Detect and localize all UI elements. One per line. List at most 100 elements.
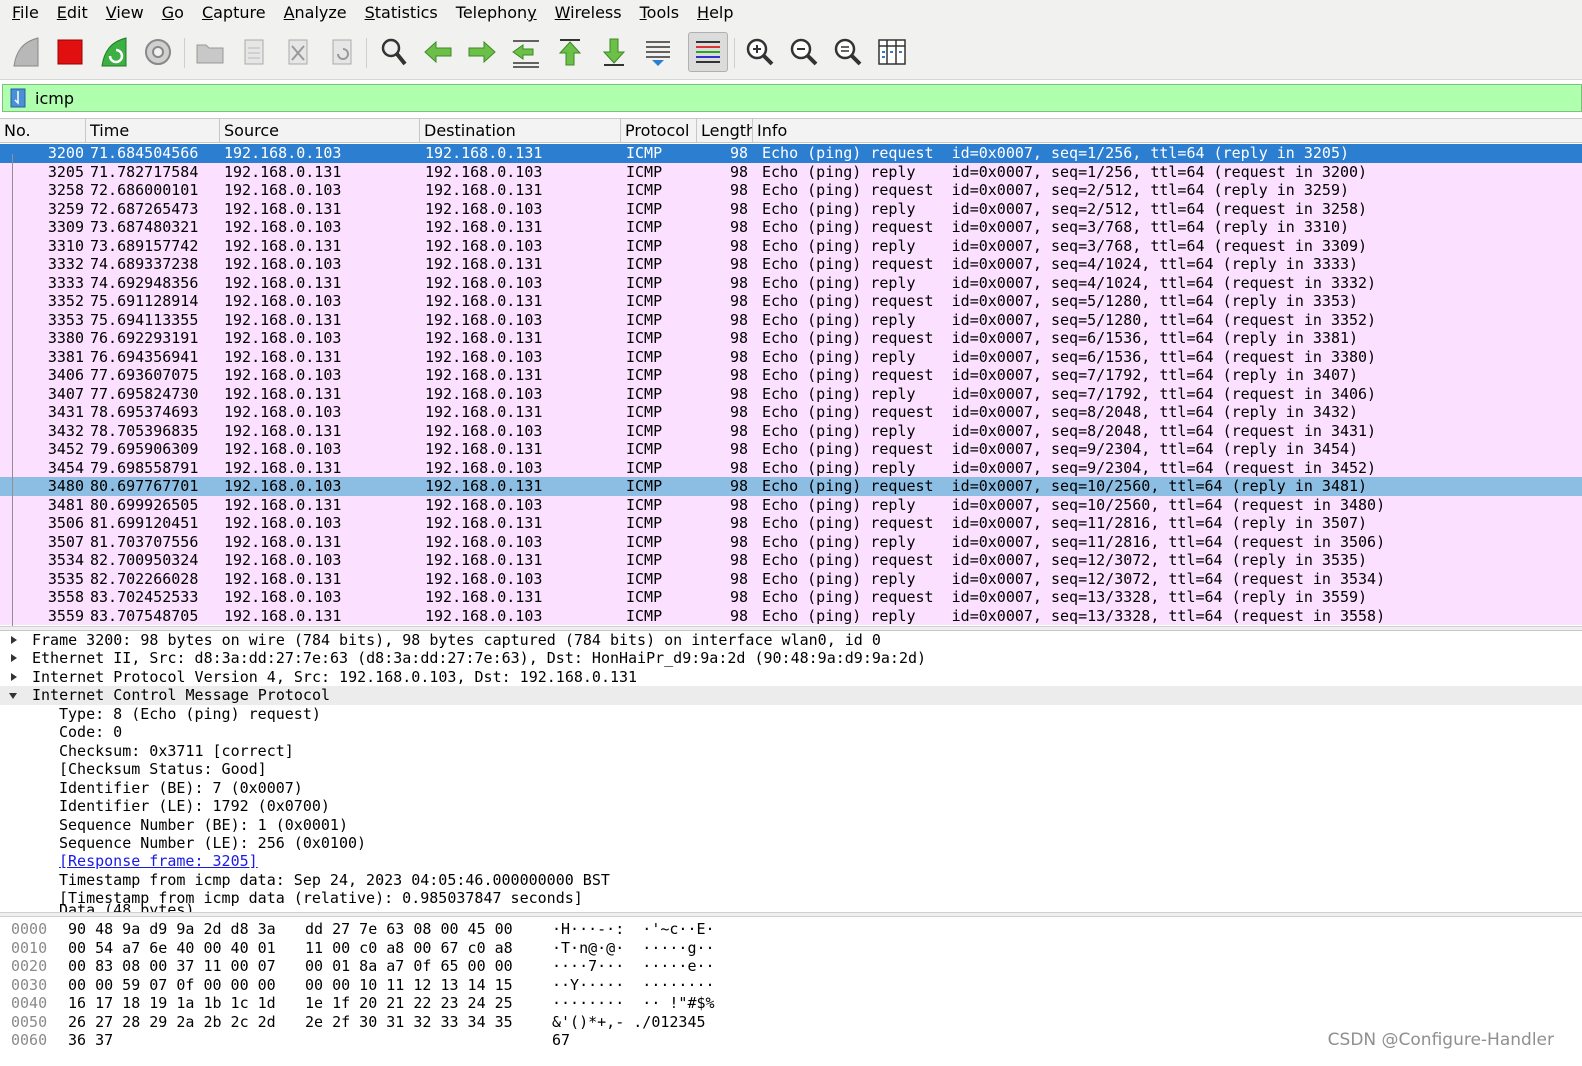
go-forward-icon[interactable] <box>462 32 502 72</box>
expand-down-icon[interactable] <box>9 693 17 700</box>
detail-tree-node[interactable]: Internet Control Message Protocol <box>0 686 1582 705</box>
column-header-info[interactable]: Info <box>753 119 1582 143</box>
menu-statistics[interactable]: Statistics <box>356 0 447 26</box>
column-header-source[interactable]: Source <box>220 119 420 143</box>
packet-row[interactable]: 3559 83.707548705 192.168.0.131 192.168.0.1… <box>0 606 1582 625</box>
packet-row[interactable]: 3353 75.694113355 192.168.0.131 192.168.0.1… <box>0 310 1582 329</box>
stop-capture-icon[interactable] <box>50 32 90 72</box>
bookmark-icon[interactable] <box>7 87 29 109</box>
packet-row[interactable]: 3506 81.699120451 192.168.0.103 192.168.0.1… <box>0 514 1582 533</box>
save-file-icon[interactable] <box>234 32 274 72</box>
zoom-out-icon[interactable] <box>784 32 824 72</box>
packet-row[interactable]: 3534 82.700950324 192.168.0.103 192.168.0.1… <box>0 551 1582 570</box>
autoscroll-icon[interactable] <box>638 32 678 72</box>
column-header-destination[interactable]: Destination <box>420 119 621 143</box>
byte-hex-right[interactable]: 1e 1f 20 21 22 23 24 25 <box>305 994 513 1013</box>
packet-row[interactable]: 3407 77.695824730 192.168.0.131 192.168.0.1… <box>0 384 1582 403</box>
packet-row[interactable]: 3205 71.782717584 192.168.0.131 192.168.0.1… <box>0 162 1582 181</box>
normal-size-icon[interactable] <box>828 32 868 72</box>
column-header-length[interactable]: Length <box>697 119 753 143</box>
detail-field[interactable]: [Timestamp from icmp data (relative): 0.… <box>0 889 1582 908</box>
response-frame-link[interactable]: [Response frame: 3205] <box>59 852 258 870</box>
start-capture-icon[interactable] <box>6 32 46 72</box>
detail-field[interactable]: Type: 8 (Echo (ping) request) <box>0 705 1582 724</box>
menu-go[interactable]: Go <box>153 0 193 26</box>
pane-splitter-bytes[interactable] <box>0 912 1582 917</box>
display-filter-input[interactable] <box>35 86 1535 110</box>
column-header-time[interactable]: Time <box>86 119 220 143</box>
byte-offset[interactable]: 0010 <box>11 939 47 958</box>
byte-offset[interactable]: 0030 <box>11 976 47 995</box>
byte-offset[interactable]: 0060 <box>11 1031 47 1050</box>
packet-row[interactable]: 3381 76.694356941 192.168.0.131 192.168.0.1… <box>0 347 1582 366</box>
detail-tree-node[interactable]: Ethernet II, Src: d8:3a:dd:27:7e:63 (d8:… <box>0 649 1582 668</box>
packet-row[interactable]: 3259 72.687265473 192.168.0.131 192.168.0.1… <box>0 199 1582 218</box>
byte-ascii[interactable]: &'()*+,- ./012345 <box>552 1013 706 1032</box>
detail-field[interactable]: Code: 0 <box>0 723 1582 742</box>
byte-ascii[interactable]: ····7··· ·····e·· <box>552 957 715 976</box>
detail-field[interactable]: Identifier (LE): 1792 (0x0700) <box>0 797 1582 816</box>
column-header-no[interactable]: No. <box>0 119 86 143</box>
detail-field[interactable]: Identifier (BE): 7 (0x0007) <box>0 779 1582 798</box>
byte-offset[interactable]: 0020 <box>11 957 47 976</box>
byte-ascii[interactable]: ·H···-·: ·'~c··E· <box>552 920 715 939</box>
menu-help[interactable]: Help <box>688 0 742 26</box>
detail-field[interactable]: Checksum: 0x3711 [correct] <box>0 742 1582 761</box>
packet-row[interactable]: 3432 78.705396835 192.168.0.131 192.168.0.1… <box>0 421 1582 440</box>
go-last-packet-icon[interactable] <box>594 32 634 72</box>
byte-ascii[interactable]: 67 <box>552 1031 570 1050</box>
packet-row[interactable]: 3481 80.699926505 192.168.0.131 192.168.0.1… <box>0 495 1582 514</box>
column-header-protocol[interactable]: Protocol <box>621 119 697 143</box>
menu-analyze[interactable]: Analyze <box>275 0 356 26</box>
packet-row[interactable]: 3406 77.693607075 192.168.0.103 192.168.0.1… <box>0 366 1582 385</box>
packet-row[interactable]: 3480 80.697767701 192.168.0.103 192.168.0.1… <box>0 477 1582 496</box>
byte-ascii[interactable]: ·T·n@·@· ·····g·· <box>552 939 715 958</box>
detail-field[interactable]: Timestamp from icmp data: Sep 24, 2023 0… <box>0 871 1582 890</box>
find-packet-icon[interactable] <box>374 32 414 72</box>
detail-field[interactable]: [Response frame: 3205] <box>0 852 1582 871</box>
byte-ascii[interactable]: ··Y····· ········ <box>552 976 715 995</box>
byte-hex-left[interactable]: 00 54 a7 6e 40 00 40 01 <box>68 939 276 958</box>
reload-file-icon[interactable] <box>322 32 362 72</box>
menu-telephony[interactable]: Telephony <box>447 0 546 26</box>
zoom-in-icon[interactable] <box>740 32 780 72</box>
menu-edit[interactable]: Edit <box>48 0 97 26</box>
go-to-packet-icon[interactable] <box>506 32 546 72</box>
byte-hex-left[interactable]: 16 17 18 19 1a 1b 1c 1d <box>68 994 276 1013</box>
packet-row[interactable]: 3454 79.698558791 192.168.0.131 192.168.0.1… <box>0 458 1582 477</box>
go-back-icon[interactable] <box>418 32 458 72</box>
byte-hex-right[interactable]: 11 00 c0 a8 00 67 c0 a8 <box>305 939 513 958</box>
expand-right-icon[interactable] <box>11 672 17 681</box>
byte-hex-right[interactable]: 00 00 10 11 12 13 14 15 <box>305 976 513 995</box>
menu-wireless[interactable]: Wireless <box>546 0 631 26</box>
byte-hex-right[interactable]: 2e 2f 30 31 32 33 34 35 <box>305 1013 513 1032</box>
menu-capture[interactable]: Capture <box>193 0 275 26</box>
detail-tree-node[interactable]: Internet Protocol Version 4, Src: 192.16… <box>0 668 1582 687</box>
byte-offset[interactable]: 0040 <box>11 994 47 1013</box>
detail-tree-node[interactable]: Frame 3200: 98 bytes on wire (784 bits),… <box>0 631 1582 650</box>
packet-row[interactable]: 3431 78.695374693 192.168.0.103 192.168.0.1… <box>0 403 1582 422</box>
byte-hex-right[interactable]: 00 01 8a a7 0f 65 00 00 <box>305 957 513 976</box>
byte-ascii[interactable]: ········ ·· !"#$% <box>552 994 715 1013</box>
menu-view[interactable]: View <box>97 0 153 26</box>
menu-tools[interactable]: Tools <box>631 0 688 26</box>
packet-row[interactable]: 3333 74.692948356 192.168.0.131 192.168.0.1… <box>0 273 1582 292</box>
byte-offset[interactable]: 0000 <box>11 920 47 939</box>
byte-hex-left[interactable]: 36 37 <box>68 1031 113 1050</box>
byte-hex-left[interactable]: 90 48 9a d9 9a 2d d8 3a <box>68 920 276 939</box>
detail-field[interactable]: [Checksum Status: Good] <box>0 760 1582 779</box>
packet-row[interactable]: 3332 74.689337238 192.168.0.103 192.168.0.1… <box>0 255 1582 274</box>
packet-row[interactable]: 3380 76.692293191 192.168.0.103 192.168.0.1… <box>0 329 1582 348</box>
go-first-packet-icon[interactable] <box>550 32 590 72</box>
colorize-icon[interactable] <box>688 32 728 72</box>
byte-hex-left[interactable]: 26 27 28 29 2a 2b 2c 2d <box>68 1013 276 1032</box>
packet-row[interactable]: 3310 73.689157742 192.168.0.131 192.168.0.1… <box>0 236 1582 255</box>
detail-field[interactable]: Sequence Number (BE): 1 (0x0001) <box>0 816 1582 835</box>
menu-file[interactable]: File <box>3 0 48 26</box>
byte-hex-left[interactable]: 00 83 08 00 37 11 00 07 <box>68 957 276 976</box>
packet-row[interactable]: 3309 73.687480321 192.168.0.103 192.168.0.1… <box>0 218 1582 237</box>
byte-offset[interactable]: 0050 <box>11 1013 47 1032</box>
detail-field[interactable]: Sequence Number (LE): 256 (0x0100) <box>0 834 1582 853</box>
packet-row[interactable]: 3352 75.691128914 192.168.0.103 192.168.0.1… <box>0 292 1582 311</box>
expand-right-icon[interactable] <box>11 636 17 644</box>
